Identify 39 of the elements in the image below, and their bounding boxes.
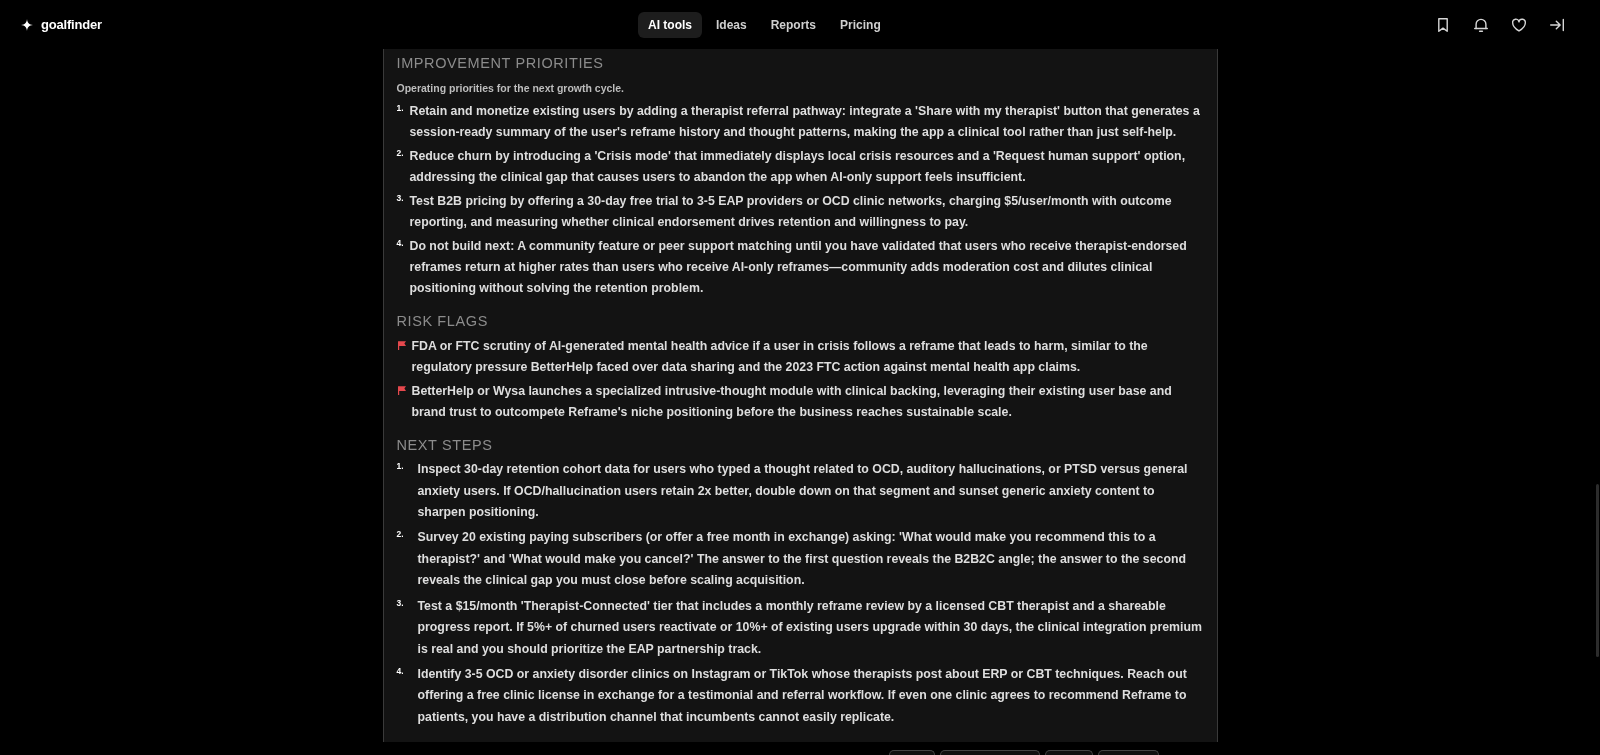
cut-off-button[interactable] <box>1097 749 1159 755</box>
cut-off-button[interactable] <box>1044 749 1093 755</box>
list-number: 4. <box>396 664 405 676</box>
list-item-text: Test B2B pricing by offering a 30-day free trial to 3-5 EAP providers or OCD clinic networks, charging $5/user/month with outcome reporting, and measuring whether clinical endorsement drives retention and willingness to pay. <box>409 193 1173 231</box>
list-number: 4. <box>396 237 405 248</box>
bookmark-icon <box>1436 17 1450 32</box>
list-item-text: Test a $15/month 'Therapist-Connected' tier that includes a monthly reframe review by a licensed CBT therapist and a shareable progress report. If 5%+ of churned users reactivate or 10%+ of existing users upgrade within 30 days, the clinical integration premium is real and you should prioritize the EAP partnership track. <box>417 597 1203 658</box>
list-item-text: BetterHelp or Wysa launches a specialized intrusive-thought module with clinical backing, leveraging their existing user base and brand trust to outcompete Reframe's niche positioning before the business reaches sustainable scale. <box>411 383 1173 421</box>
list-item-text: Do not build next: A community feature or peer support matching until you have validated that users who receive therapist-endorsed reframes return at higher rates than users who receive AI-only reframes—community adds moderation cost and dilutes clinical positioning without solving the retention problem. <box>409 238 1188 297</box>
arrow-right-bar-icon <box>1550 17 1564 32</box>
list-number: 2. <box>396 147 405 158</box>
section-heading: IMPROVEMENT PRIORITIES <box>396 54 605 73</box>
bell-icon <box>1474 17 1488 32</box>
flag-icon <box>397 386 406 395</box>
list-item-text: FDA or FTC scrutiny of AI-generated mental health advice if a user in crisis follows a reframe that leads to harm, similar to the regulatory pressure BetterHelp faced over data sharing and the 2023 FTC action against mental health app claims. <box>411 338 1149 376</box>
nav-tab[interactable]: Pricing <box>830 11 891 38</box>
list-item-text: Retain and monetize existing users by adding a therapist referral pathway: integrate a 'Share with my therapist' button that generates a session-ready summary of the user's reframe history and thought patterns, making the app a clinical tool rather than just self-help. <box>409 103 1201 141</box>
flag-icon <box>397 341 406 350</box>
heart-icon <box>1512 17 1526 32</box>
list-item-text: Identify 3-5 OCD or anxiety disorder clinics on Instagram or TikTok whose therapists post about ERP or CBT techniques. Reach out offering a free clinic license in exchange for a testimonial and referral workflow. If even one clinic agrees to recommend Reframe to patients, you have a distribution channel that incumbents cannot easily replicate. <box>417 665 1188 727</box>
list-number: 3. <box>396 596 405 608</box>
cut-off-button[interactable] <box>888 749 935 755</box>
section-subtitle: Operating priorities for the next growth cycle. <box>396 81 626 96</box>
scrollbar-thumb[interactable] <box>1596 484 1599 657</box>
cut-off-button[interactable] <box>939 749 1040 755</box>
nav-tab[interactable]: AI tools <box>638 11 702 38</box>
logo-link[interactable]: goalfinder <box>21 17 102 32</box>
sparkle-icon <box>21 18 33 31</box>
list-number: 3. <box>396 192 405 203</box>
section-heading: NEXT STEPS <box>396 436 494 455</box>
nav-tab[interactable]: Ideas <box>706 11 757 38</box>
list-number: 1. <box>396 460 405 471</box>
list-number: 1. <box>396 102 405 113</box>
section-heading: RISK FLAGS <box>396 312 489 331</box>
list-item-text: Survey 20 existing paying subscribers (or offer a free month in exchange) asking: 'What would make you recommend this to a therapist?' and 'What would make you cancel?' The answer to the first question reveals the B2B2C angle; the answer to the second reveals the clinical gap you must close before scaling acquisition. <box>417 529 1187 590</box>
list-number: 2. <box>396 528 405 539</box>
nav-tab[interactable]: Reports <box>760 11 827 38</box>
list-item-text: Reduce churn by introducing a 'Crisis mode' that immediately displays local crisis resources and a 'Request human support' option, addressing the clinical gap that causes users to abandon the app when AI-only support feels insufficient. <box>409 148 1187 186</box>
list-item-text: Inspect 30-day retention cohort data for users who typed a thought related to OCD, auditory hallucinations, or PTSD versus general anxiety users. If OCD/hallucination users retain 2x better, double down on that segment and sunset generic anxiety content to sharpen positioning. <box>417 461 1189 522</box>
